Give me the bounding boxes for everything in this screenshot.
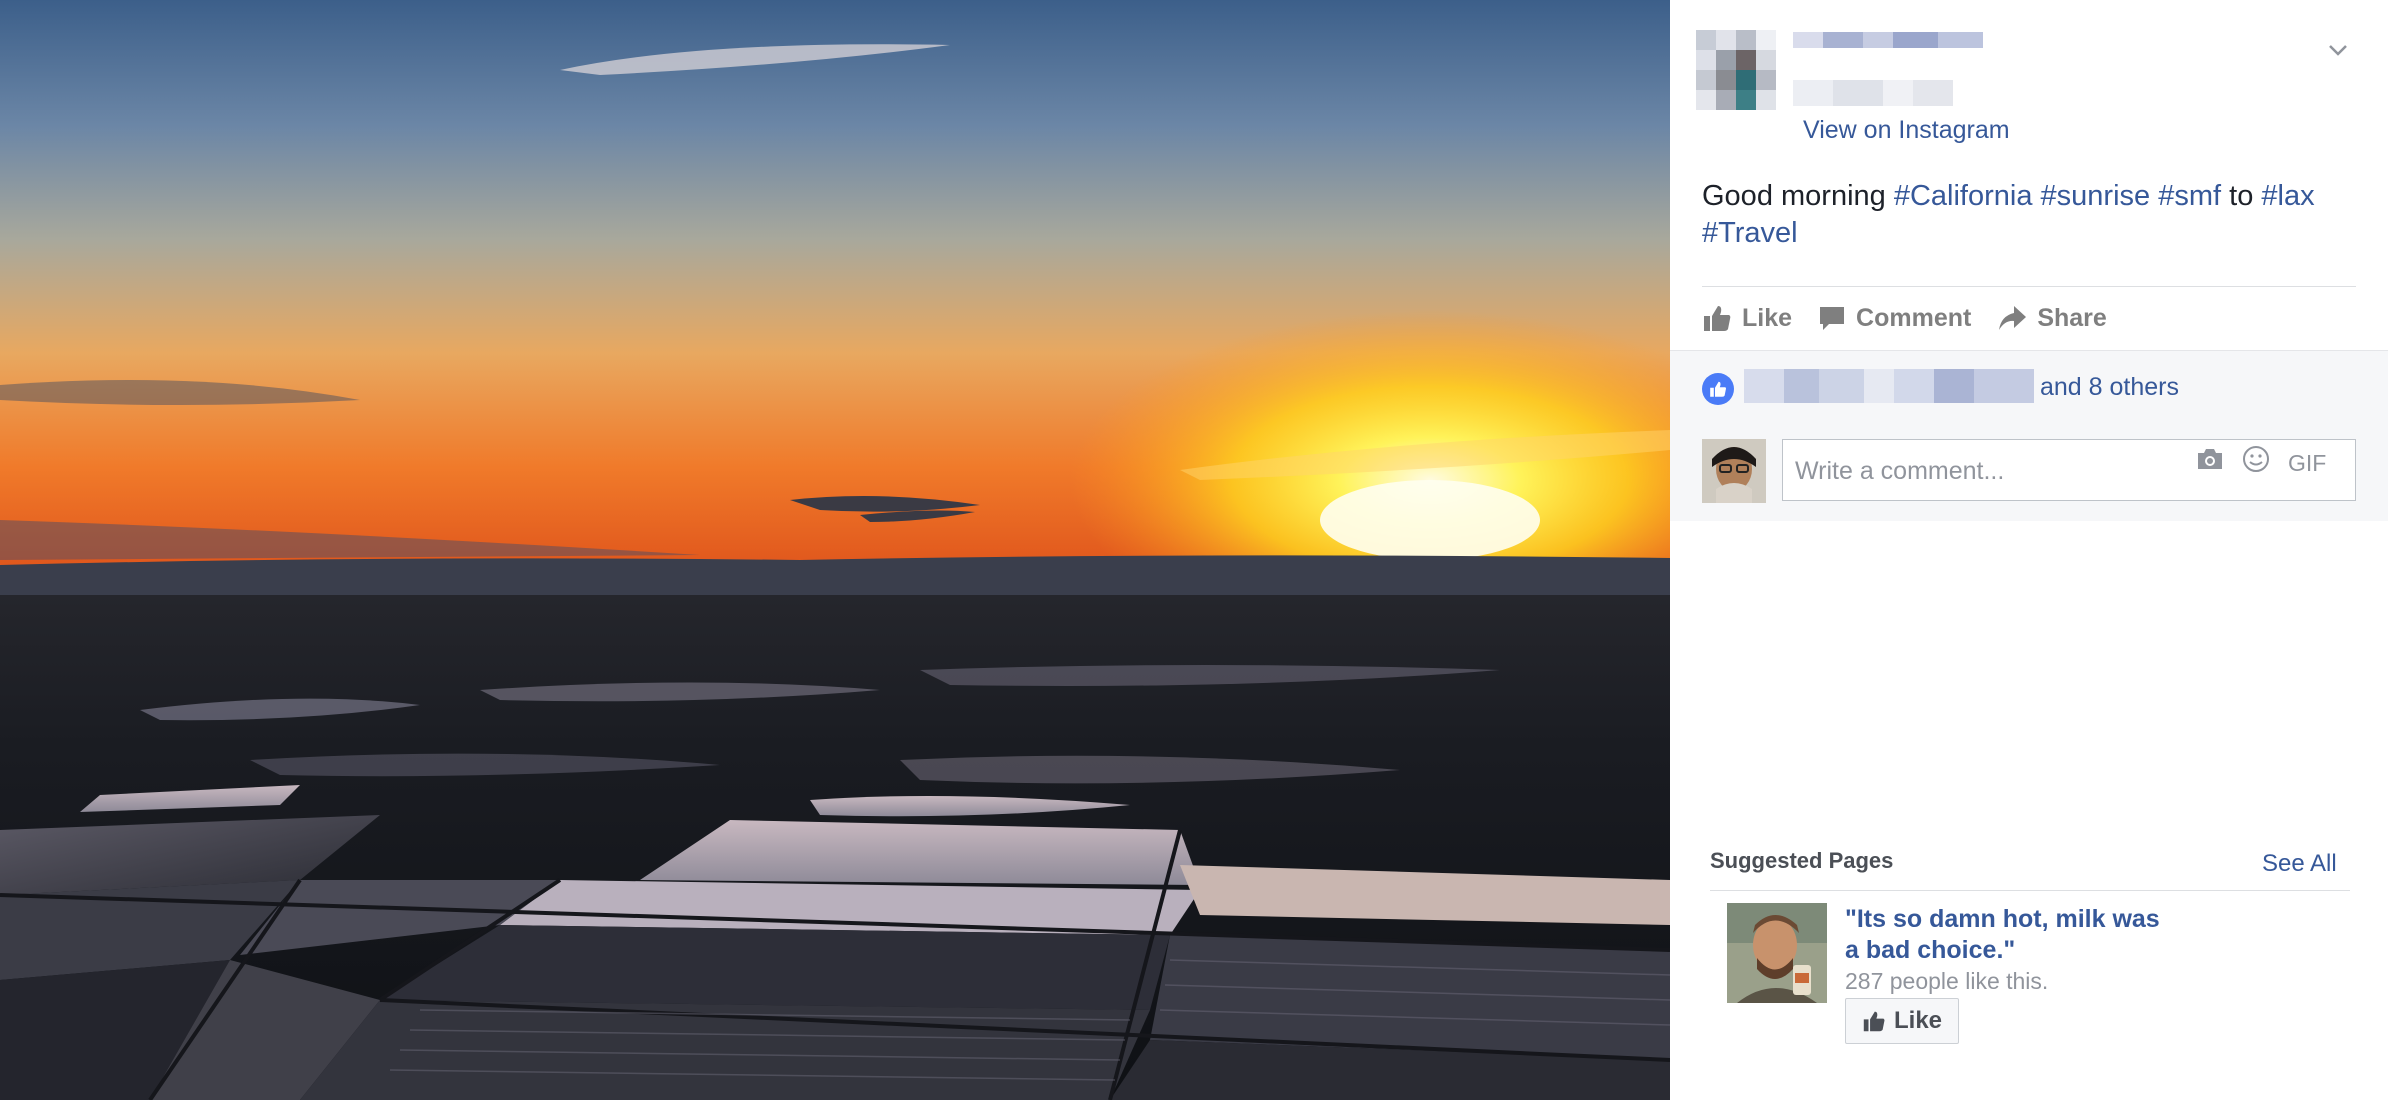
gif-button[interactable]: GIF: [2288, 450, 2326, 477]
others-link[interactable]: and 8 others: [2040, 373, 2179, 402]
suggested-page-likes: 287 people like this.: [1845, 968, 2049, 994]
comment-label: Comment: [1856, 303, 1972, 332]
comment-icon: [1820, 307, 1845, 330]
comment-button[interactable]: Comment: [1818, 304, 1971, 333]
author-name-redacted[interactable]: [1793, 32, 1983, 48]
share-label: Share: [2037, 303, 2107, 332]
hashtag-smf[interactable]: #smf: [2158, 180, 2221, 212]
view-on-instagram-link[interactable]: View on Instagram: [1803, 116, 2010, 145]
thumbs-up-icon: [1863, 1011, 1885, 1032]
like-button[interactable]: Like: [1702, 304, 1792, 333]
caption-mid: to: [2229, 180, 2254, 212]
comment-box: GIF: [1782, 439, 2356, 502]
suggested-page-thumbnail[interactable]: [1727, 903, 1827, 1003]
hashtag-california[interactable]: #California: [1894, 180, 2033, 212]
camera-icon[interactable]: [2195, 446, 2225, 477]
emoji-icon[interactable]: [2241, 444, 2271, 479]
share-icon: [1999, 306, 2027, 330]
post-actions: Like Comment Share: [1702, 298, 2133, 338]
divider: [1702, 286, 2356, 287]
reactions-and-comments: and 8 others GIF: [1670, 350, 2388, 521]
like-label: Like: [1742, 303, 1793, 332]
thumbs-up-icon: [1704, 306, 1731, 331]
suggested-like-label: Like: [1893, 1007, 1943, 1034]
post-sidebar: View on Instagram Good morning #Californ…: [1670, 0, 2388, 1100]
post-timestamp-redacted[interactable]: [1793, 80, 1953, 106]
author-avatar[interactable]: [1696, 30, 1776, 110]
post-caption: Good morning #California #sunrise #smf t…: [1702, 178, 2342, 252]
share-button[interactable]: Share: [1997, 303, 2107, 333]
see-all-link[interactable]: See All: [2262, 850, 2337, 878]
sunrise-photo: [0, 0, 1670, 1100]
chevron-down-icon[interactable]: [2324, 36, 2352, 64]
suggested-page-name[interactable]: "Its so damn hot, milk was a bad choice.…: [1845, 904, 2175, 966]
caption-prefix: Good morning: [1702, 180, 1886, 212]
comment-input[interactable]: [1793, 440, 2187, 502]
like-reaction-icon: [1702, 373, 1734, 405]
current-user-avatar[interactable]: [1702, 439, 1766, 503]
hashtag-sunrise[interactable]: #sunrise: [2041, 180, 2151, 212]
likers-names-redacted[interactable]: [1744, 369, 2034, 403]
suggested-pages-title: Suggested Pages: [1710, 848, 1894, 873]
hashtag-lax[interactable]: #lax: [2261, 180, 2314, 212]
suggested-page-like-button[interactable]: Like: [1845, 998, 1959, 1044]
post-photo[interactable]: [0, 0, 1670, 1100]
divider: [1710, 890, 2350, 891]
hashtag-travel[interactable]: #Travel: [1702, 217, 1798, 249]
